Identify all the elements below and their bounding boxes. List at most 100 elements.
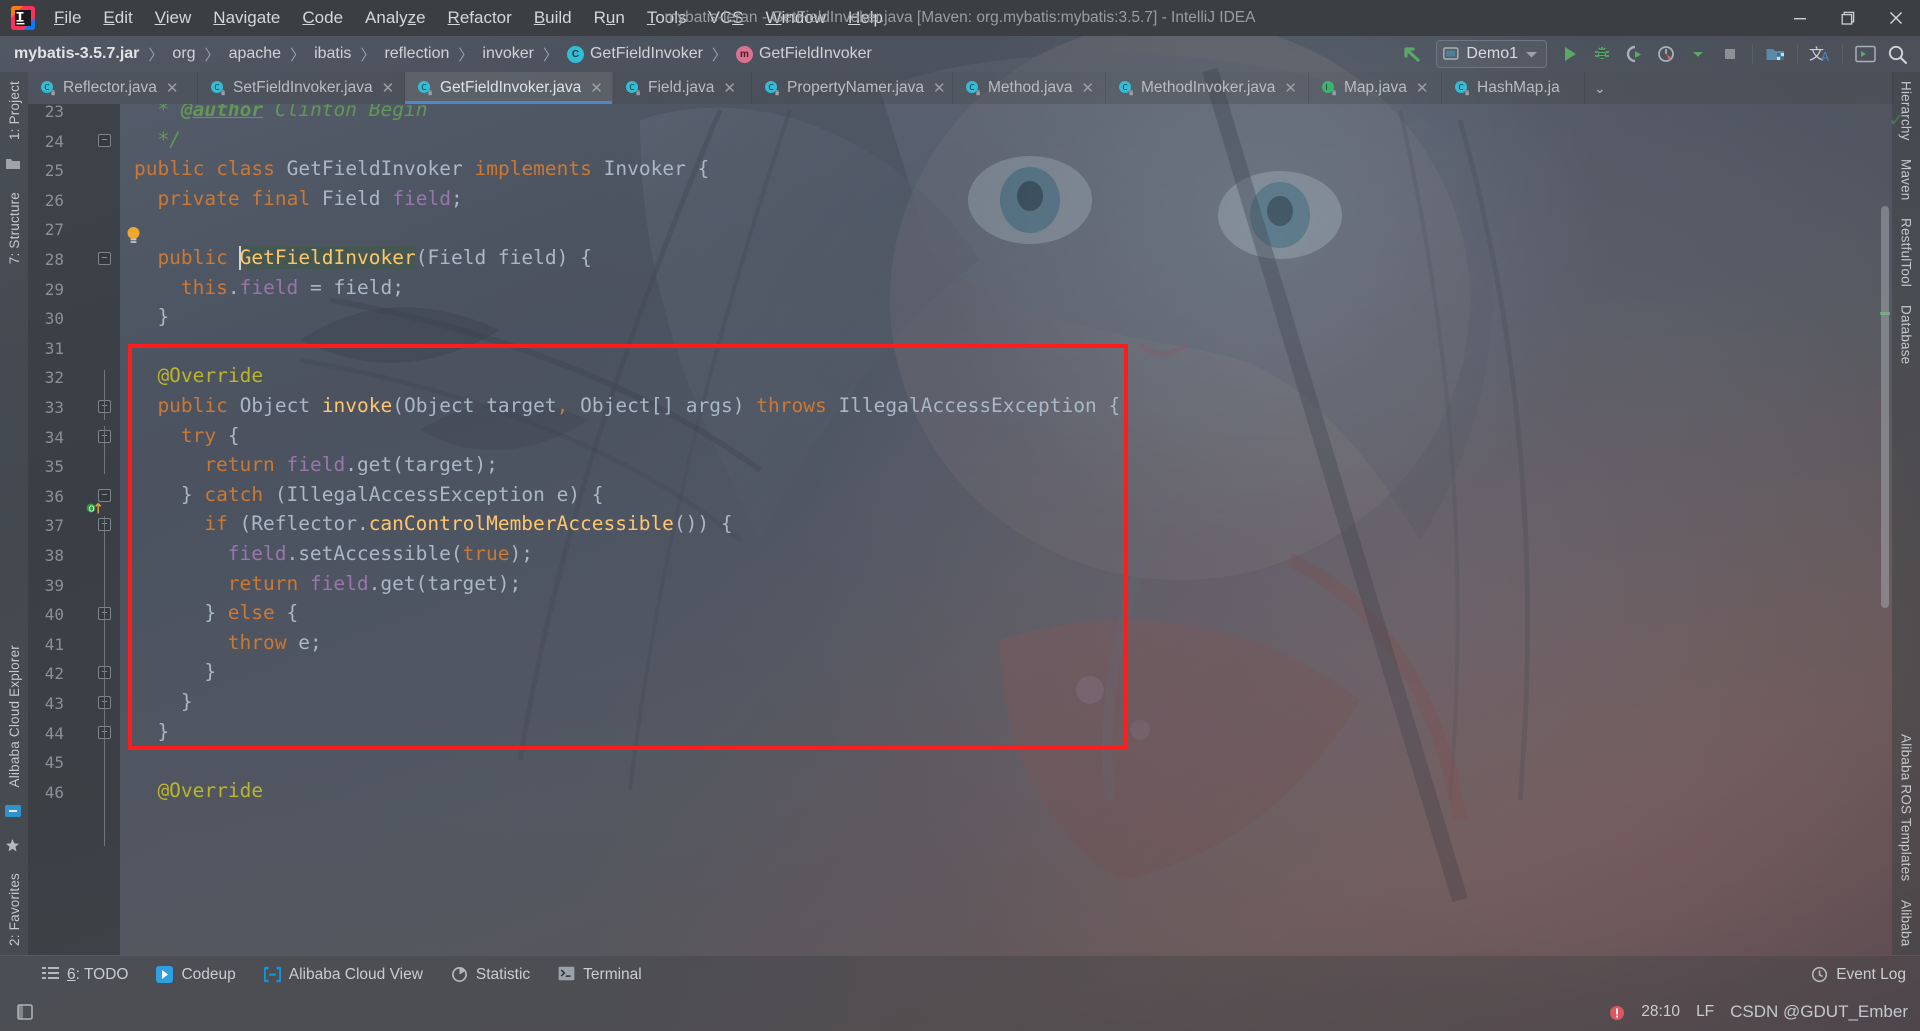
editor-tab-map-java[interactable]: I Map.java ✕ <box>1309 72 1442 104</box>
editor-tab-field-java[interactable]: C Field.java ✕ <box>613 72 752 104</box>
profiler-dropdown-icon[interactable] <box>1683 40 1713 68</box>
editor-tab-label: PropertyNamer.java <box>787 79 924 96</box>
code-editor[interactable]: 2324−25262728−2930313233−34−3536−37−3839… <box>28 104 1892 955</box>
editor-tab-methodinvoker-java[interactable]: C MethodInvoker.java ✕ <box>1106 72 1309 104</box>
stop-icon[interactable] <box>1715 40 1745 68</box>
close-button[interactable] <box>1872 0 1920 36</box>
search-everywhere-icon[interactable] <box>1882 40 1912 68</box>
menu-item-help[interactable]: Help <box>838 4 893 32</box>
breadcrumb-item-apache[interactable]: apache <box>229 45 282 63</box>
java-class-icon: C <box>764 80 780 96</box>
menu-item-run[interactable]: Run <box>584 4 635 32</box>
project-structure-icon[interactable] <box>1760 40 1790 68</box>
tab-close-icon[interactable]: ✕ <box>382 79 395 97</box>
tool-window-alibaba[interactable]: Alibaba <box>1899 891 1914 955</box>
tab-close-icon[interactable]: ✕ <box>1416 79 1429 97</box>
code-line: throw e; <box>228 633 322 653</box>
intention-bulb-icon[interactable] <box>126 226 141 245</box>
tab-close-icon[interactable]: ✕ <box>1284 79 1297 97</box>
line-separator[interactable]: LF <box>1696 1003 1714 1021</box>
code-token: } <box>180 482 205 506</box>
menu-item-vcs[interactable]: VCS <box>699 4 754 32</box>
tool-window-todo[interactable]: 6: TODO <box>28 956 142 993</box>
run-icon[interactable] <box>1555 40 1585 68</box>
breadcrumb-item-getfieldinvoker[interactable]: m GetFieldInvoker <box>735 45 872 63</box>
code-token: if <box>204 512 240 536</box>
run-configuration-selector[interactable]: Demo1 <box>1436 40 1547 68</box>
editor-gutter[interactable]: 2324−25262728−2930313233−34−3536−37−3839… <box>28 104 120 955</box>
scrollbar-thumb[interactable] <box>1881 206 1889 608</box>
editor-tab-setfieldinvoker-java[interactable]: C SetFieldInvoker.java ✕ <box>198 72 405 104</box>
editor-tab-label: Field.java <box>648 79 715 96</box>
tool-window-alibaba-cloud-explorer[interactable]: Alibaba Cloud Explorer <box>7 636 22 796</box>
breadcrumb-item-mybatis-3-5-7-jar[interactable]: mybatis-3.5.7.jar <box>14 45 139 63</box>
tool-window-database[interactable]: Database <box>1899 296 1914 373</box>
tab-overflow-chevron-icon[interactable]: ⌄ <box>1585 72 1615 104</box>
tool-window-hierarchy[interactable]: Hierarchy <box>1899 72 1914 150</box>
tool-window-codeup[interactable]: Codeup <box>142 956 249 993</box>
tab-close-icon[interactable]: ✕ <box>1081 79 1094 97</box>
maximize-button[interactable] <box>1824 0 1872 36</box>
editor-tab-getfieldinvoker-java[interactable]: C GetFieldInvoker.java ✕ <box>405 72 613 104</box>
debug-icon[interactable] <box>1587 40 1617 68</box>
minimize-button[interactable] <box>1776 0 1824 36</box>
breadcrumb-item-invoker[interactable]: invoker <box>482 45 534 63</box>
tab-close-icon[interactable]: ✕ <box>166 79 179 97</box>
tool-window-event-log[interactable]: Event Log <box>1811 966 1906 984</box>
back-arrow-icon[interactable] <box>1398 40 1428 68</box>
editor-tab-label: MethodInvoker.java <box>1141 79 1276 96</box>
toolbar-divider-2 <box>1797 44 1798 64</box>
open-terminal-icon[interactable] <box>1850 40 1880 68</box>
menu-item-window[interactable]: Window <box>756 4 836 32</box>
alibaba-cloud-strip-icon[interactable] <box>5 804 23 822</box>
menu-item-view[interactable]: View <box>145 4 202 32</box>
breadcrumb-item-org[interactable]: org <box>172 45 195 63</box>
tab-close-icon[interactable]: ✕ <box>590 79 603 97</box>
tool-window-maven[interactable]: Maven <box>1899 150 1914 210</box>
tool-window-favorites[interactable]: 2: Favorites <box>7 864 22 955</box>
breadcrumb-label: GetFieldInvoker <box>758 45 872 62</box>
profiler-icon[interactable] <box>1651 40 1681 68</box>
code-token: Field <box>321 186 393 210</box>
tool-window-alibaba-ros-templates[interactable]: Alibaba ROS Templates <box>1899 725 1914 890</box>
editor-scrollbar[interactable] <box>1880 110 1890 947</box>
menu-item-tools[interactable]: Tools <box>637 4 697 32</box>
editor-tab-hashmap-ja[interactable]: C HashMap.ja <box>1442 72 1585 104</box>
run-with-coverage-icon[interactable] <box>1619 40 1649 68</box>
breadcrumb-item-getfieldinvoker[interactable]: C GetFieldInvoker <box>566 45 703 63</box>
menu-item-build[interactable]: Build <box>524 4 582 32</box>
editor-tab-reflector-java[interactable]: C Reflector.java ✕ <box>28 72 198 104</box>
menu-item-navigate[interactable]: Navigate <box>203 4 290 32</box>
tool-window-terminal[interactable]: Terminal <box>544 956 656 993</box>
show-tool-windows-button[interactable] <box>10 998 40 1026</box>
editor-tab-propertynamer-java[interactable]: C PropertyNamer.java ✕ <box>752 72 953 104</box>
code-content[interactable]: * @author Clinton Begin */ public class Ge… <box>120 104 1892 955</box>
tool-window-alibaba-cloud-view[interactable]: Alibaba Cloud View <box>250 956 437 993</box>
line-number: 31 <box>44 338 64 358</box>
code-token: public <box>157 394 240 417</box>
code-fold-toggle[interactable]: − <box>98 133 111 147</box>
override-method-marker-icon[interactable]: O <box>86 500 102 516</box>
code-token: ) { <box>556 246 592 269</box>
menu-item-refactor[interactable]: Refactor <box>438 4 522 32</box>
fold-region-bar <box>104 370 105 420</box>
tab-close-icon[interactable]: ✕ <box>723 79 736 97</box>
tab-close-icon[interactable]: ✕ <box>933 79 946 97</box>
code-fold-toggle[interactable]: − <box>98 252 111 265</box>
menu-item-file[interactable]: File <box>44 4 91 32</box>
inspection-error-icon[interactable] <box>1608 1004 1625 1021</box>
code-line: try { <box>181 425 240 446</box>
tool-window-restfultool[interactable]: RestfulTool <box>1899 209 1914 296</box>
line-number: 40 <box>44 605 64 625</box>
menu-item-edit[interactable]: Edit <box>93 4 142 32</box>
tool-window-statistic[interactable]: Statistic <box>437 956 544 993</box>
breadcrumb-item-reflection[interactable]: reflection <box>384 45 449 63</box>
menu-item-code[interactable]: Code <box>292 4 353 32</box>
editor-tab-method-java[interactable]: C Method.java ✕ <box>953 72 1106 104</box>
translate-icon[interactable]: 文 A <box>1805 40 1835 68</box>
tool-window-structure[interactable]: 7: Structure <box>7 183 22 273</box>
caret-position[interactable]: 28:10 <box>1641 1003 1680 1021</box>
tool-window-project[interactable]: 1: Project <box>7 72 22 149</box>
breadcrumb-item-ibatis[interactable]: ibatis <box>314 45 351 63</box>
menu-item-analyze[interactable]: Analyze <box>355 4 436 32</box>
